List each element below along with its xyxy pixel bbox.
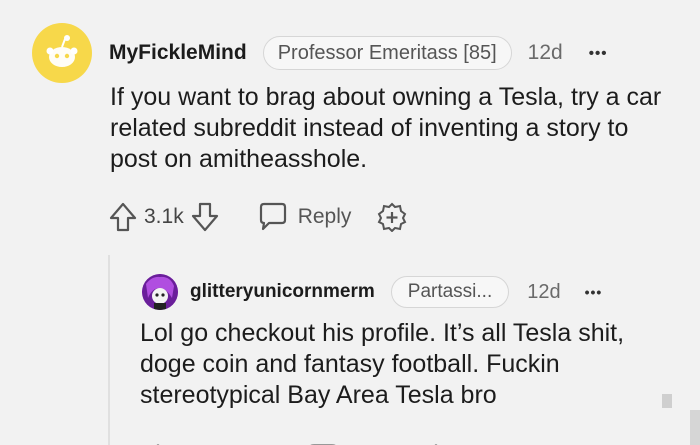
reply-label: Reply (297, 205, 352, 228)
username[interactable]: MyFickleMind (109, 41, 247, 65)
comment-actions: 3.1k Reply (108, 199, 407, 235)
username[interactable]: glitteryunicornmerm (190, 281, 375, 303)
user-flair: Partassi... (390, 276, 510, 308)
comment-body: Lol go checkout his profile. It’s all Te… (140, 319, 625, 409)
partial-actions-row (140, 438, 540, 445)
user-avatar[interactable] (32, 23, 92, 83)
user-avatar[interactable] (142, 274, 178, 310)
thread-line[interactable] (108, 255, 110, 445)
snoo-avatar-icon (142, 274, 178, 310)
award-plus-icon[interactable] (377, 202, 407, 232)
timestamp[interactable]: 12d (528, 41, 563, 65)
scrollbar-thumb[interactable] (662, 394, 672, 408)
reply-bubble-icon (259, 202, 286, 231)
timestamp[interactable]: 12d (527, 281, 560, 304)
comment-1: MyFickleMind Professor Emeritass [85] 12… (0, 0, 700, 260)
user-flair: Professor Emeritass [85] (262, 36, 512, 70)
comment-header: glitteryunicornmerm Partassi... 12d ••• (190, 276, 602, 308)
vote-count: 3.1k (144, 205, 184, 228)
comment-body: If you want to brag about owning a Tesla… (110, 83, 662, 173)
upvote-icon[interactable] (108, 201, 138, 233)
reply-button[interactable]: Reply (256, 201, 352, 233)
more-options-icon[interactable]: ••• (589, 45, 608, 62)
scrollbar-thumb[interactable] (690, 410, 700, 445)
comment-header: MyFickleMind Professor Emeritass [85] 12… (109, 36, 607, 70)
snoo-avatar-icon (46, 35, 78, 67)
downvote-icon[interactable] (190, 201, 220, 233)
more-options-icon[interactable]: ••• (585, 284, 603, 300)
comment-2: glitteryunicornmerm Partassi... 12d ••• … (120, 260, 700, 445)
